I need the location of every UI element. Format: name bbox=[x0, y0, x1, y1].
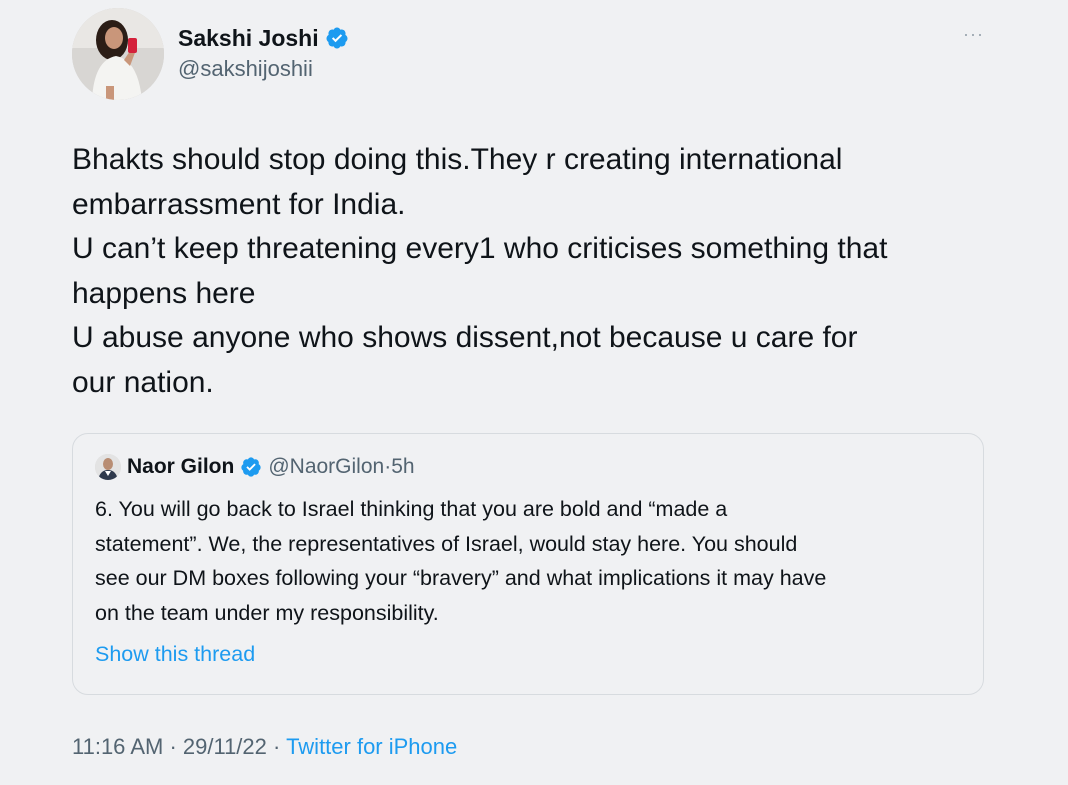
quoted-tweet-text: 6. You will go back to Israel thinking t… bbox=[95, 492, 975, 630]
author-block: Sakshi Joshi @sakshijoshii bbox=[178, 22, 349, 82]
quoted-author-avatar[interactable] bbox=[95, 454, 121, 480]
quoted-author-name[interactable]: Naor Gilon bbox=[127, 455, 234, 479]
quoted-line: 6. You will go back to Israel thinking t… bbox=[95, 497, 728, 521]
tweet-date[interactable]: 29/11/22 bbox=[183, 734, 267, 759]
quoted-profile-photo-icon bbox=[95, 454, 121, 480]
quoted-tweet[interactable]: Naor Gilon @NaorGilon · 5h 6. You will g… bbox=[72, 433, 984, 695]
author-handle[interactable]: @sakshijoshii bbox=[178, 56, 349, 82]
tweet-card: Sakshi Joshi @sakshijoshii ··· Bhakts sh… bbox=[0, 0, 1068, 785]
more-options-icon[interactable]: ··· bbox=[963, 24, 984, 45]
verified-badge-icon bbox=[325, 26, 349, 50]
quoted-author-handle[interactable]: @NaorGilon bbox=[268, 455, 384, 479]
separator-dot: · bbox=[163, 734, 183, 759]
tweet-line: U can’t keep threatening every1 who crit… bbox=[72, 232, 888, 265]
tweet-meta: 11:16 AM · 29/11/22 · Twitter for iPhone bbox=[72, 734, 457, 760]
author-name[interactable]: Sakshi Joshi bbox=[178, 25, 319, 52]
quoted-line: on the team under my responsibility. bbox=[95, 600, 439, 625]
author-avatar[interactable] bbox=[72, 8, 164, 100]
tweet-line: Bhakts should stop doing this.They r cre… bbox=[72, 143, 843, 176]
show-thread-link[interactable]: Show this thread bbox=[95, 642, 255, 667]
tweet-line: our nation. bbox=[72, 365, 214, 399]
author-name-row: Sakshi Joshi bbox=[178, 22, 349, 54]
quoted-tweet-header: Naor Gilon @NaorGilon · 5h bbox=[95, 454, 415, 480]
quoted-line: statement”. We, the representatives of I… bbox=[95, 531, 798, 556]
tweet-line: embarrassment for India. bbox=[72, 187, 406, 221]
tweet-line: happens here bbox=[72, 276, 256, 310]
quoted-tweet-time[interactable]: 5h bbox=[391, 455, 414, 479]
quoted-verified-badge-icon bbox=[240, 456, 262, 478]
separator-dot: · bbox=[266, 734, 287, 759]
tweet-source-link[interactable]: Twitter for iPhone bbox=[286, 734, 457, 759]
tweet-text: Bhakts should stop doing this.They r cre… bbox=[72, 138, 1012, 405]
separator-dot: · bbox=[384, 455, 392, 478]
quoted-line: see our DM boxes following your “bravery… bbox=[95, 566, 827, 590]
tweet-time[interactable]: 11:16 AM bbox=[72, 734, 163, 759]
tweet-line: U abuse anyone who shows dissent,not bec… bbox=[72, 321, 858, 354]
profile-photo-icon bbox=[72, 8, 164, 100]
